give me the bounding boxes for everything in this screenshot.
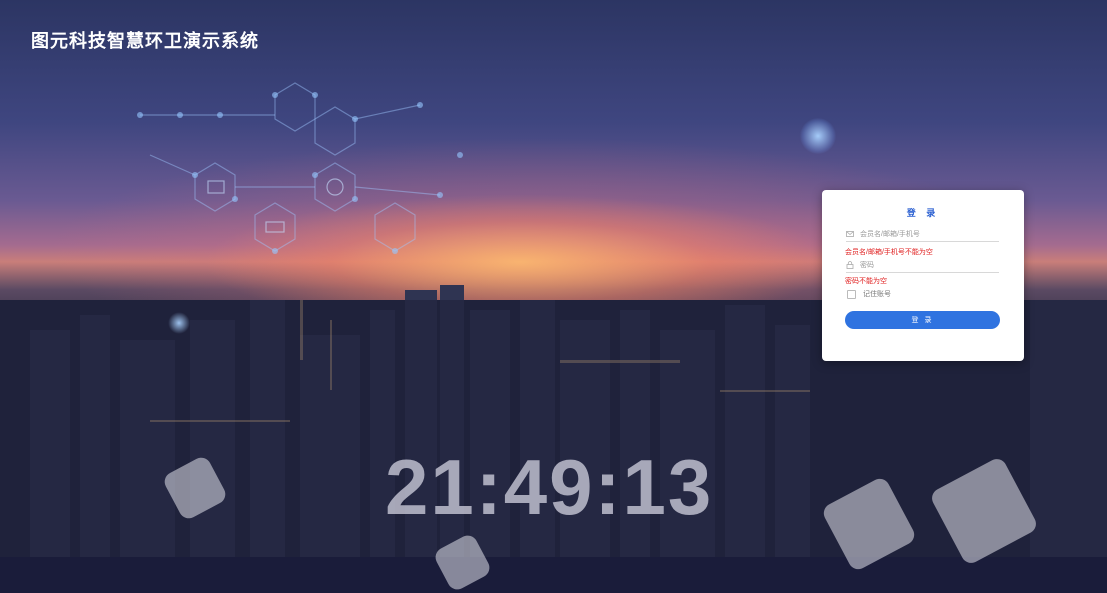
clock-display: 21:49:13 xyxy=(385,443,714,531)
remember-checkbox[interactable] xyxy=(847,289,856,299)
login-title: 登 录 xyxy=(906,208,940,218)
light-glow xyxy=(168,312,190,334)
username-placeholder: 会员名/邮箱/手机号 xyxy=(860,231,920,238)
lock-icon xyxy=(846,261,854,269)
truck-icon xyxy=(265,221,285,233)
light-glow xyxy=(800,118,836,154)
remember-account[interactable]: 记住账号 xyxy=(847,289,891,299)
remember-label: 记住账号 xyxy=(863,291,891,298)
mail-icon xyxy=(846,230,854,238)
password-field[interactable]: 密码 xyxy=(846,258,999,273)
app-title: 图元科技智慧环卫演示系统 xyxy=(31,31,259,51)
password-placeholder: 密码 xyxy=(860,262,874,269)
login-button[interactable]: 登 录 xyxy=(845,311,1000,329)
hexagon-network-decoration xyxy=(137,82,463,254)
monitor-icon xyxy=(207,180,225,194)
recycle-icon xyxy=(326,178,344,196)
username-error: 会员名/邮箱/手机号不能为空 xyxy=(845,249,933,256)
password-error: 密码不能为空 xyxy=(845,278,887,285)
login-panel: 登 录 会员名/邮箱/手机号 会员名/邮箱/手机号不能为空 密码 密码不能为空 … xyxy=(822,190,1024,361)
username-field[interactable]: 会员名/邮箱/手机号 xyxy=(846,227,999,242)
